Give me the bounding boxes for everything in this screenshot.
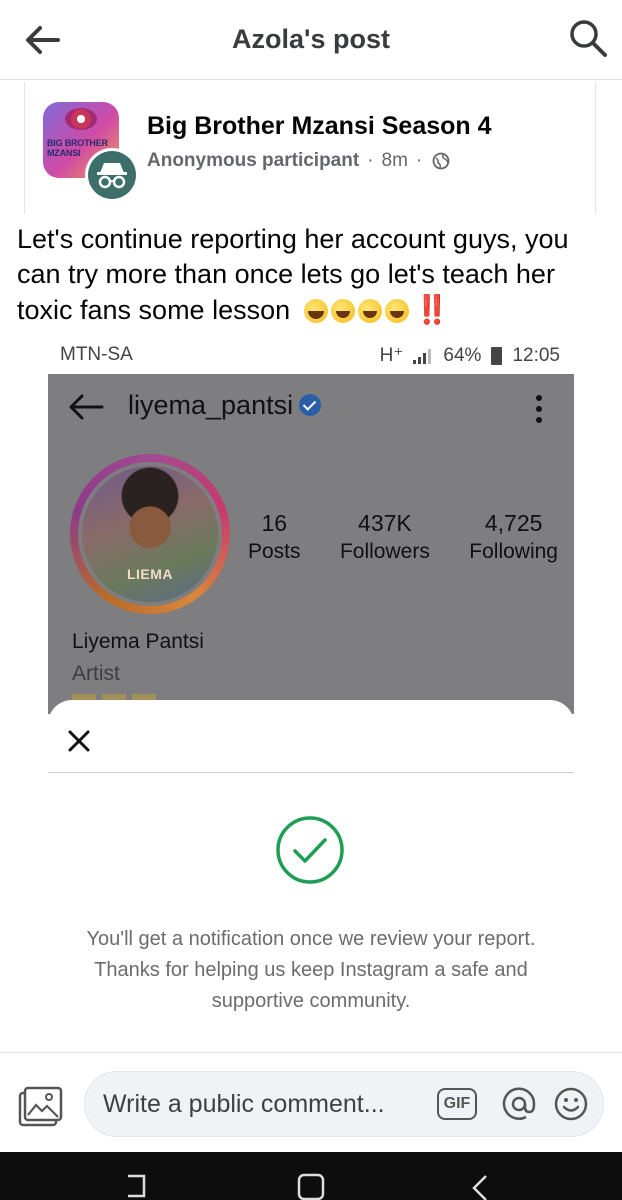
profile-username: liyema_pantsi bbox=[128, 390, 322, 421]
home-icon[interactable] bbox=[296, 1172, 326, 1200]
rolling-laughing-icon bbox=[384, 299, 409, 323]
crying-face-icon bbox=[303, 299, 328, 323]
stat-following: 4,725 Following bbox=[469, 508, 558, 566]
comment-bar: Write a public comment... GIF bbox=[0, 1052, 622, 1152]
carrier-label: MTN-SA bbox=[60, 344, 133, 365]
meta-separator: · bbox=[367, 150, 374, 171]
close-icon bbox=[68, 730, 90, 752]
globe-icon bbox=[432, 152, 450, 170]
username-text: liyema_pantsi bbox=[128, 390, 294, 420]
avatar-caption: LIEMA bbox=[126, 566, 174, 582]
post-time[interactable]: 8m bbox=[382, 150, 408, 172]
post-header: BIG BROTHER MZANSI Big Brother Mzansi Se… bbox=[24, 82, 596, 214]
status-bar: MTN-SA H⁺ 64% 12:05 bbox=[48, 338, 574, 372]
meta-separator: · bbox=[415, 150, 423, 171]
profile-header: liyema_pantsi bbox=[48, 374, 574, 436]
more-vertical-icon bbox=[536, 395, 542, 423]
comment-input[interactable]: Write a public comment... GIF bbox=[84, 1071, 604, 1137]
stat-value: 4,725 bbox=[484, 510, 543, 536]
signal-icon bbox=[413, 348, 432, 364]
stat-label: Following bbox=[469, 540, 558, 563]
stat-value: 16 bbox=[261, 510, 288, 536]
page-title: Azola's post bbox=[232, 24, 390, 54]
recent-apps-icon[interactable] bbox=[124, 1172, 152, 1200]
report-confirmation-message: You'll get a notification once we review… bbox=[86, 928, 536, 1012]
emoji-icon[interactable] bbox=[553, 1086, 589, 1122]
sheet-divider bbox=[48, 772, 574, 773]
post-text: Let's continue reporting her account guy… bbox=[17, 224, 569, 325]
profile-name: Liyema Pantsi bbox=[72, 630, 204, 653]
profile-overlay: liyema_pantsi LIEMA 16 Posts 437K Follow… bbox=[48, 374, 574, 714]
stat-posts: 16 Posts bbox=[248, 508, 301, 566]
rolling-laughing-icon bbox=[330, 299, 355, 323]
group-name-link[interactable]: Big Brother Mzansi Season 4 bbox=[147, 112, 492, 141]
search-button[interactable] bbox=[568, 18, 608, 58]
mention-icon[interactable] bbox=[501, 1086, 537, 1122]
search-icon bbox=[570, 20, 607, 57]
profile-category: Artist bbox=[72, 662, 120, 685]
attached-screenshot[interactable]: MTN-SA H⁺ 64% 12:05 liyema_pantsi LIEMA … bbox=[48, 338, 574, 1050]
photo-icon[interactable] bbox=[16, 1085, 64, 1129]
post-author: Anonymous participant bbox=[147, 150, 360, 171]
gif-button[interactable]: GIF bbox=[437, 1088, 477, 1120]
emoji-group bbox=[303, 299, 409, 323]
profile-photo: LIEMA bbox=[82, 466, 218, 602]
stat-followers: 437K Followers bbox=[340, 508, 430, 566]
stat-label: Followers bbox=[339, 540, 430, 563]
system-nav-bar bbox=[0, 1152, 622, 1200]
battery-icon bbox=[491, 346, 503, 365]
rolling-laughing-icon bbox=[357, 299, 382, 323]
arrow-left-icon bbox=[69, 394, 104, 420]
post-meta: Anonymous participant · 8m · bbox=[147, 150, 450, 172]
anonymous-badge bbox=[85, 148, 139, 202]
profile-avatar-ring: LIEMA bbox=[70, 454, 230, 614]
report-confirmation-sheet: You'll get a notification once we review… bbox=[48, 700, 574, 1050]
comment-placeholder: Write a public comment... bbox=[103, 1090, 385, 1118]
stat-value: 437K bbox=[358, 510, 412, 536]
clock: 12:05 bbox=[512, 344, 560, 366]
profile-avatar: LIEMA bbox=[78, 462, 222, 606]
bb-eye-logo bbox=[65, 108, 97, 130]
verified-badge-icon bbox=[299, 394, 322, 416]
double-exclamation-icon: ‼️ bbox=[414, 294, 450, 325]
incognito-icon bbox=[97, 163, 127, 189]
stat-label: Posts bbox=[248, 540, 301, 563]
battery-percent: 64% bbox=[443, 344, 482, 366]
back-icon[interactable] bbox=[466, 1172, 498, 1200]
app-header: Azola's post bbox=[0, 0, 622, 80]
check-circle-icon bbox=[276, 816, 344, 884]
post-body: Let's continue reporting her account guy… bbox=[17, 222, 617, 328]
network-type: H⁺ bbox=[379, 345, 404, 366]
profile-stats: 16 Posts 437K Followers 4,725 Following bbox=[248, 508, 558, 566]
